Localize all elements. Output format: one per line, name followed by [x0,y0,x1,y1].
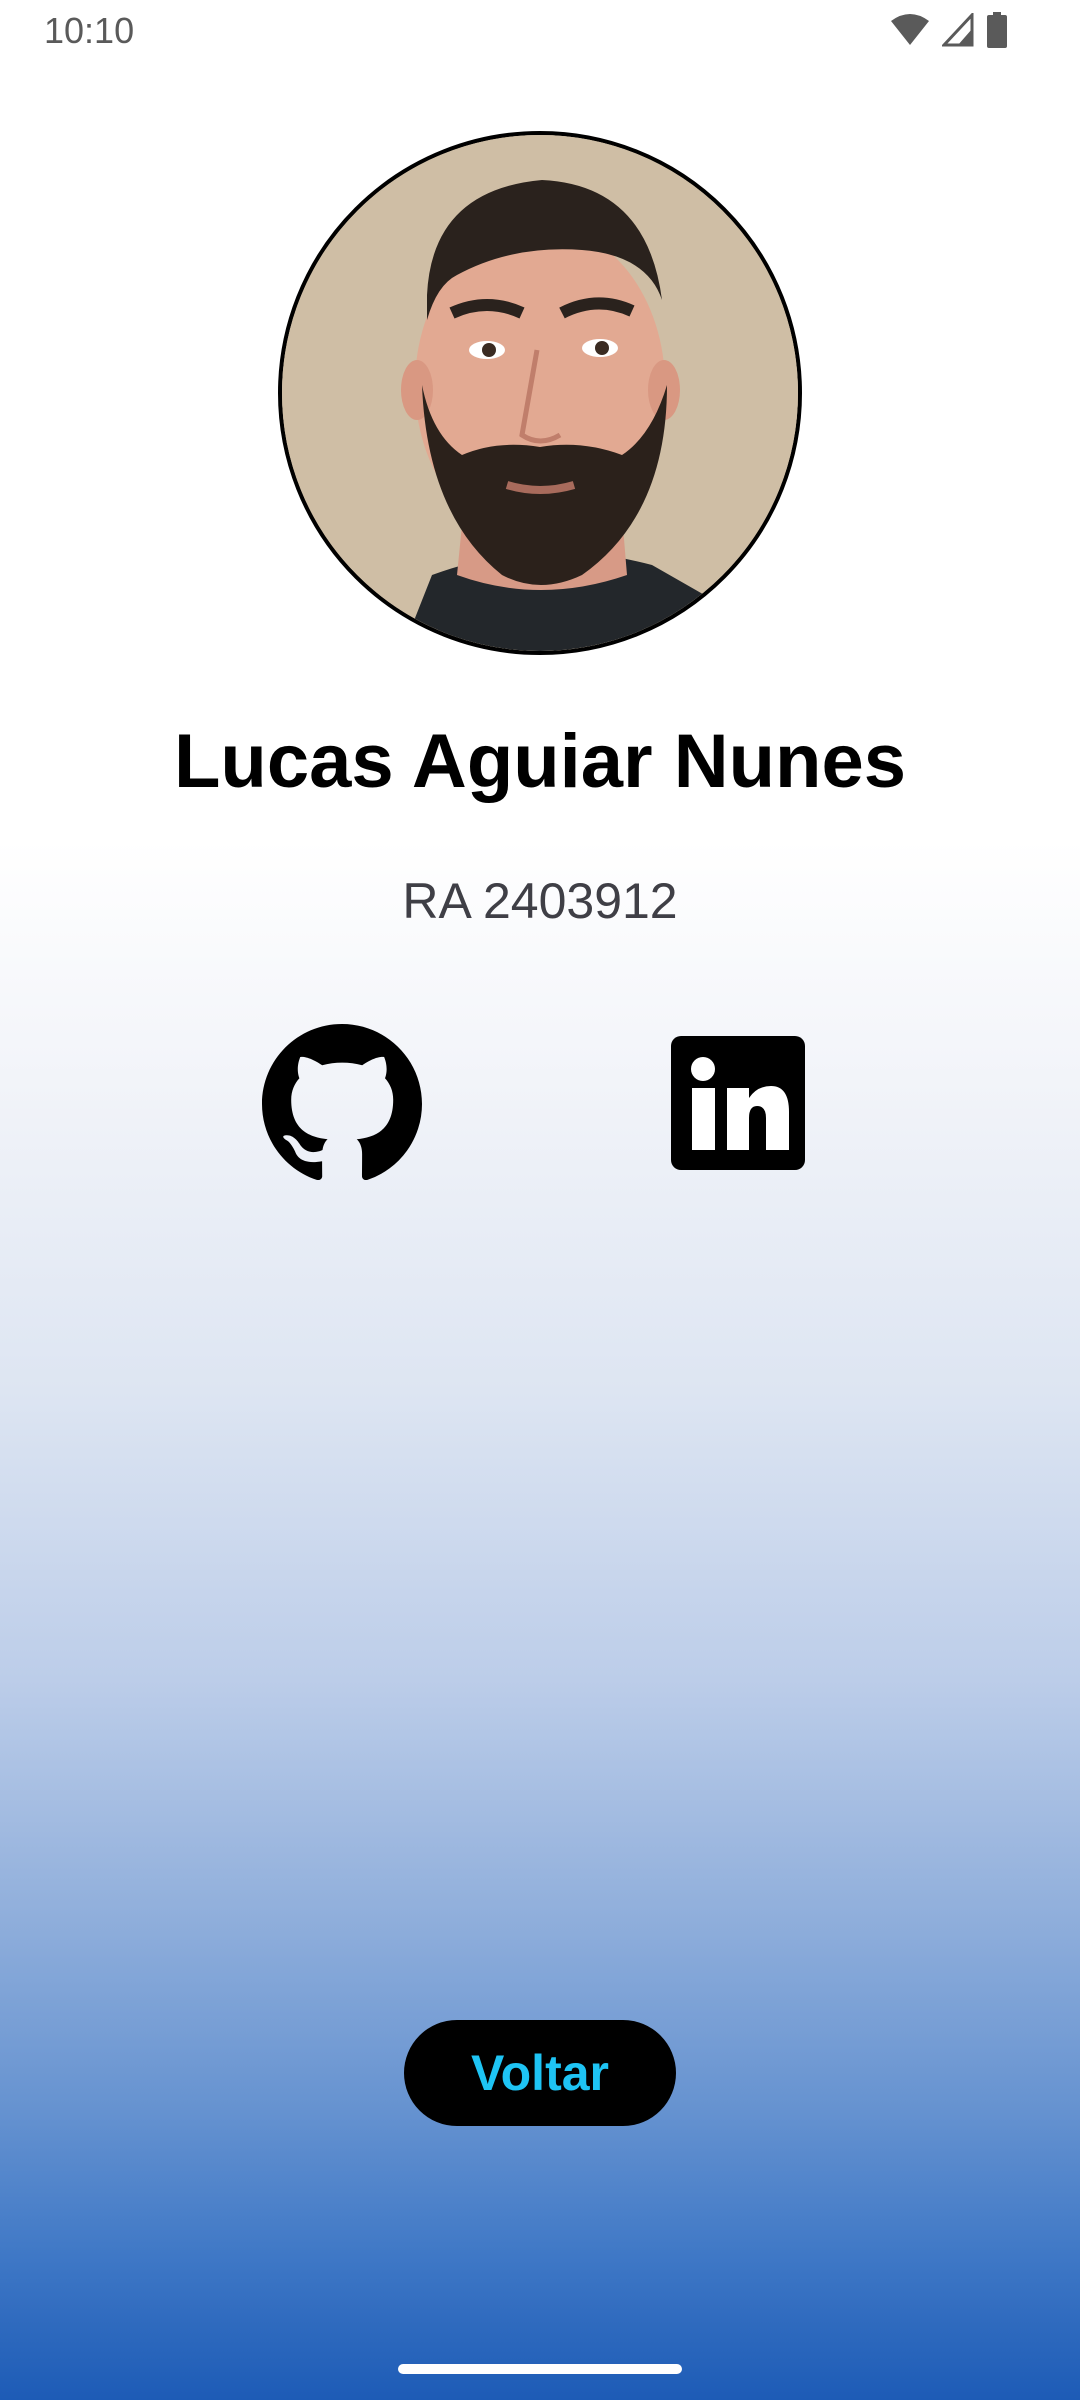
profile-name: Lucas Aguiar Nunes [173,719,907,804]
status-bar: 10:10 [0,0,1080,62]
status-time: 10:10 [44,10,135,51]
github-icon[interactable] [262,1024,422,1184]
home-indicator[interactable] [398,2364,682,2374]
cell-signal-icon [940,11,974,52]
status-icons [890,11,1008,53]
linkedin-icon[interactable] [671,1036,805,1170]
battery-icon [986,12,1008,53]
back-button[interactable]: Voltar [404,2020,676,2126]
profile-avatar [278,131,802,655]
wifi-icon [890,13,930,52]
profile-ra: RA 2403912 [402,873,678,929]
